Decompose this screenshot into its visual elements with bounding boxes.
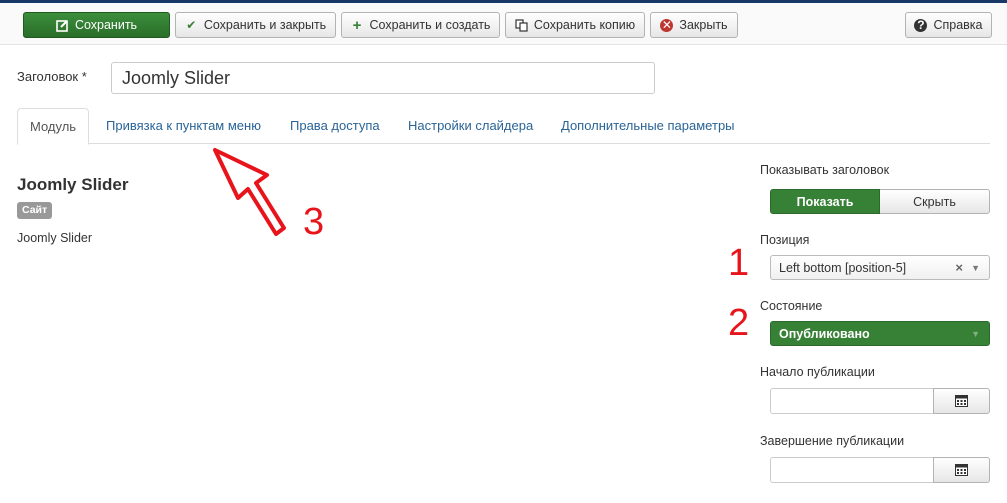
- save-copy-label: Сохранить копию: [533, 18, 636, 32]
- save-close-label: Сохранить и закрыть: [203, 18, 327, 32]
- edit-icon: [56, 19, 69, 32]
- title-label: Заголовок *: [17, 69, 87, 84]
- publish-down-input[interactable]: [770, 457, 934, 483]
- module-name: Joomly Slider: [17, 175, 129, 194]
- tab-module[interactable]: Модуль: [17, 108, 90, 145]
- hide-button[interactable]: Скрыть: [880, 189, 990, 214]
- publish-down-calendar-button[interactable]: [933, 457, 990, 483]
- publish-up-label: Начало публикации: [760, 365, 875, 379]
- publish-up-calendar-button[interactable]: [933, 388, 990, 414]
- annotation-number-3: 3: [303, 201, 325, 243]
- help-label: Справка: [933, 18, 983, 32]
- annotation-arrow-icon: [213, 148, 286, 236]
- annotation-number-1: 1: [728, 242, 750, 284]
- site-badge: Сайт: [17, 202, 53, 219]
- state-select[interactable]: Опубликовано ▼: [770, 321, 990, 346]
- plus-icon: +: [352, 16, 362, 34]
- position-value: Left bottom [position-5]: [779, 260, 907, 275]
- tab-bar: Модуль Привязка к пунктам меню Права дос…: [17, 108, 990, 145]
- chevron-down-icon: ▼: [971, 328, 980, 339]
- clear-icon[interactable]: ×: [955, 260, 963, 275]
- title-label-text: Заголовок: [17, 69, 79, 84]
- chevron-down-icon: ▼: [971, 262, 980, 273]
- save-close-button[interactable]: ✔ Сохранить и закрыть: [175, 12, 336, 38]
- save-copy-button[interactable]: Сохранить копию: [505, 12, 645, 38]
- copy-icon: [515, 18, 528, 32]
- state-label: Состояние: [760, 299, 823, 313]
- tab-advanced[interactable]: Дополнительные параметры: [549, 108, 747, 144]
- close-circle-icon: ✕: [660, 18, 674, 32]
- toolbar: Сохранить ✔ Сохранить и закрыть + Сохран…: [0, 3, 1007, 45]
- save-new-label: Сохранить и создать: [369, 18, 491, 32]
- save-button-label: Сохранить: [74, 18, 138, 32]
- publish-up-input[interactable]: [770, 388, 934, 414]
- close-button[interactable]: ✕ Закрыть: [650, 12, 738, 38]
- tab-permissions[interactable]: Права доступа: [278, 108, 392, 144]
- tab-menu-assignment[interactable]: Привязка к пунктам меню: [94, 108, 273, 144]
- required-mark: *: [81, 69, 87, 84]
- close-label: Закрыть: [679, 18, 728, 32]
- save-button[interactable]: Сохранить: [23, 12, 170, 38]
- publish-down-label: Завершение публикации: [760, 434, 905, 448]
- check-icon: ✔: [186, 18, 197, 32]
- show-title-toggle: Показать Скрыть: [770, 189, 990, 214]
- state-value: Опубликовано: [779, 326, 870, 341]
- position-select[interactable]: Left bottom [position-5] × ▼: [770, 255, 990, 280]
- tab-slider-settings[interactable]: Настройки слайдера: [396, 108, 545, 144]
- annotation-number-2: 2: [728, 302, 750, 344]
- save-new-button[interactable]: + Сохранить и создать: [341, 12, 500, 38]
- help-circle-icon: ?: [914, 18, 928, 32]
- calendar-icon: [955, 464, 968, 476]
- show-title-label: Показывать заголовок: [760, 163, 890, 177]
- position-label: Позиция: [760, 233, 810, 247]
- module-description: Joomly Slider: [17, 231, 93, 245]
- show-button[interactable]: Показать: [770, 189, 880, 214]
- title-input[interactable]: [111, 62, 655, 94]
- help-button[interactable]: ? Справка: [905, 12, 992, 38]
- calendar-icon: [955, 395, 968, 407]
